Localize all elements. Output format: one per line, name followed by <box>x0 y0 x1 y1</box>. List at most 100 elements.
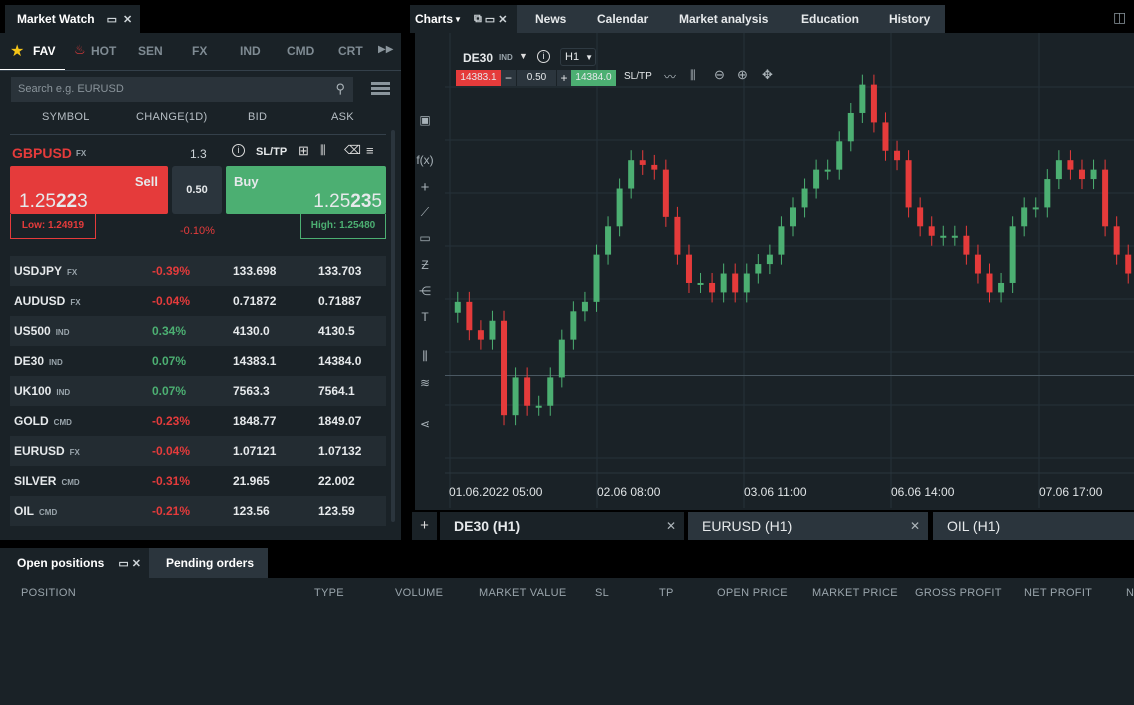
volume-minus-button[interactable]: − <box>501 70 516 86</box>
row-bid[interactable]: 123.56 <box>233 504 270 518</box>
row-ask[interactable]: 1849.07 <box>318 414 361 428</box>
col-symbol[interactable]: SYMBOL <box>42 111 90 123</box>
chart-tab-oil[interactable]: OIL (H1) <box>933 512 1134 540</box>
row-ask[interactable]: 133.703 <box>318 264 361 278</box>
col-gross-profit[interactable]: GROSS PROFIT <box>915 587 1002 599</box>
pending-orders-tab[interactable]: Pending orders <box>149 548 268 578</box>
col-change[interactable]: CHANGE(1D) <box>136 111 207 123</box>
layout-icon[interactable]: ◫ <box>1113 9 1126 26</box>
chart-volume-input[interactable]: 0.50 <box>517 70 556 86</box>
tab-education[interactable]: Education <box>785 5 873 33</box>
layers-icon[interactable]: ≋ <box>416 376 434 390</box>
symbol-dropdown-icon[interactable]: ▼ <box>519 51 528 61</box>
search-input[interactable]: Search e.g. EURUSD ⚲ <box>11 77 353 102</box>
row-ask[interactable]: 123.59 <box>318 504 355 518</box>
tab-market-analysis[interactable]: Market analysis <box>663 5 785 33</box>
watchlist-row[interactable]: AUDUSD FX -0.04% 0.71872 0.71887 <box>10 286 386 316</box>
info-icon[interactable]: i <box>232 144 245 157</box>
tab-news[interactable]: News <box>517 5 581 33</box>
col-net-profit[interactable]: NET PROFIT <box>1024 587 1092 599</box>
zoom-in-icon[interactable]: ⊕ <box>737 67 748 83</box>
candles-icon[interactable]: ⫼ <box>416 349 434 364</box>
chart-type-icon[interactable]: ▣ <box>416 113 434 127</box>
chart-sell-button[interactable]: 14383.1 <box>456 70 501 86</box>
text-tool-icon[interactable]: T <box>416 310 434 324</box>
tab-history[interactable]: History <box>873 5 945 33</box>
col-more[interactable]: N <box>1126 587 1134 599</box>
pitchfork-icon[interactable]: ⋲ <box>416 284 434 298</box>
watchlist-row[interactable]: US500 IND 0.34% 4130.0 4130.5 <box>10 316 386 346</box>
candlestick-chart[interactable] <box>410 33 1134 510</box>
col-market-value[interactable]: MARKET VALUE <box>479 587 567 599</box>
row-bid[interactable]: 4130.0 <box>233 324 270 338</box>
maximize-icon[interactable]: ▭ <box>118 557 128 570</box>
maximize-icon[interactable]: ▭ <box>485 13 495 26</box>
col-position[interactable]: POSITION <box>21 587 76 599</box>
zoom-out-icon[interactable]: ⊖ <box>714 67 725 83</box>
chart-buy-button[interactable]: 14384.0 <box>571 70 616 86</box>
volume-input[interactable]: 0.50 <box>172 166 222 214</box>
chart-symbol[interactable]: DE30 <box>463 51 493 65</box>
category-sen[interactable]: SEN <box>138 44 163 58</box>
sell-button[interactable]: Sell 1.25223 <box>10 166 168 214</box>
charts-dropdown-icon[interactable]: ▼ <box>454 15 462 24</box>
grid-view-icon[interactable] <box>371 82 390 96</box>
watchlist-row[interactable]: USDJPY FX -0.39% 133.698 133.703 <box>10 256 386 286</box>
watchlist-row[interactable]: OIL CMD -0.21% 123.56 123.59 <box>10 496 386 526</box>
info-icon[interactable]: i <box>537 50 550 63</box>
row-ask[interactable]: 0.71887 <box>318 294 361 308</box>
trendline-icon[interactable]: ⟋ <box>416 205 434 220</box>
add-chart-button[interactable]: + <box>412 512 437 540</box>
add-icon[interactable]: ⊞ <box>298 143 309 159</box>
line-chart-icon[interactable]: 〰 <box>664 68 676 85</box>
category-fav[interactable]: FAV <box>33 44 55 58</box>
row-bid[interactable]: 7563.3 <box>233 384 270 398</box>
col-bid[interactable]: BID <box>248 111 267 123</box>
col-type[interactable]: TYPE <box>314 587 344 599</box>
share-icon[interactable]: ⋖ <box>416 417 434 431</box>
watchlist-row[interactable]: SILVER CMD -0.31% 21.965 22.002 <box>10 466 386 496</box>
category-ind[interactable]: IND <box>240 44 261 58</box>
search-icon[interactable]: ⚲ <box>335 81 345 97</box>
row-bid[interactable]: 0.71872 <box>233 294 276 308</box>
popout-icon[interactable]: ⧉ <box>474 13 482 26</box>
row-ask[interactable]: 22.002 <box>318 474 355 488</box>
timeframe-select[interactable]: H1 ▼ <box>560 48 596 66</box>
candles-type-icon[interactable]: ⫼ <box>690 68 696 83</box>
crosshair-icon[interactable]: + <box>416 179 434 196</box>
watchlist-row[interactable]: UK100 IND 0.07% 7563.3 7564.1 <box>10 376 386 406</box>
more-categories-icon[interactable]: ▶▶ <box>378 44 393 55</box>
indicators-icon[interactable]: f(x) <box>416 153 434 167</box>
row-ask[interactable]: 7564.1 <box>318 384 355 398</box>
category-hot[interactable]: HOT <box>91 44 116 58</box>
row-ask[interactable]: 14384.0 <box>318 354 361 368</box>
close-icon[interactable]: ✕ <box>498 13 507 26</box>
col-ask[interactable]: ASK <box>331 111 354 123</box>
tab-calendar[interactable]: Calendar <box>581 5 663 33</box>
close-icon[interactable]: ✕ <box>123 13 132 26</box>
sltp-button[interactable]: SL/TP <box>256 146 287 158</box>
maximize-icon[interactable]: ▭ <box>107 13 117 26</box>
charts-tab[interactable]: Charts ▼ ⧉ ▭ ✕ <box>410 5 517 33</box>
row-bid[interactable]: 1848.77 <box>233 414 276 428</box>
close-icon[interactable]: ✕ <box>666 519 676 533</box>
close-icon[interactable]: ✕ <box>910 519 920 533</box>
rectangle-icon[interactable]: ▭ <box>416 231 434 245</box>
row-ask[interactable]: 1.07132 <box>318 444 361 458</box>
market-watch-tab[interactable]: Market Watch ▭ ✕ <box>5 5 140 33</box>
chart-tab-de30[interactable]: DE30 (H1) ✕ <box>440 512 684 540</box>
row-ask[interactable]: 4130.5 <box>318 324 355 338</box>
open-positions-tab[interactable]: Open positions ▭ ✕ <box>0 548 149 578</box>
watchlist-row[interactable]: DE30 IND 0.07% 14383.1 14384.0 <box>10 346 386 376</box>
trash-icon[interactable]: ⌫ <box>344 143 361 157</box>
chart-tab-eurusd[interactable]: EURUSD (H1) ✕ <box>688 512 928 540</box>
col-tp[interactable]: TP <box>659 587 674 599</box>
chart-sltp-button[interactable]: SL/TP <box>624 71 652 82</box>
col-market-price[interactable]: MARKET PRICE <box>812 587 898 599</box>
watchlist-scrollbar[interactable] <box>391 130 395 522</box>
category-crt[interactable]: CRT <box>338 44 363 58</box>
watchlist-row[interactable]: EURUSD FX -0.04% 1.07121 1.07132 <box>10 436 386 466</box>
add-list-icon[interactable]: ≡ <box>366 143 374 158</box>
row-bid[interactable]: 1.07121 <box>233 444 276 458</box>
col-open-price[interactable]: OPEN PRICE <box>717 587 788 599</box>
